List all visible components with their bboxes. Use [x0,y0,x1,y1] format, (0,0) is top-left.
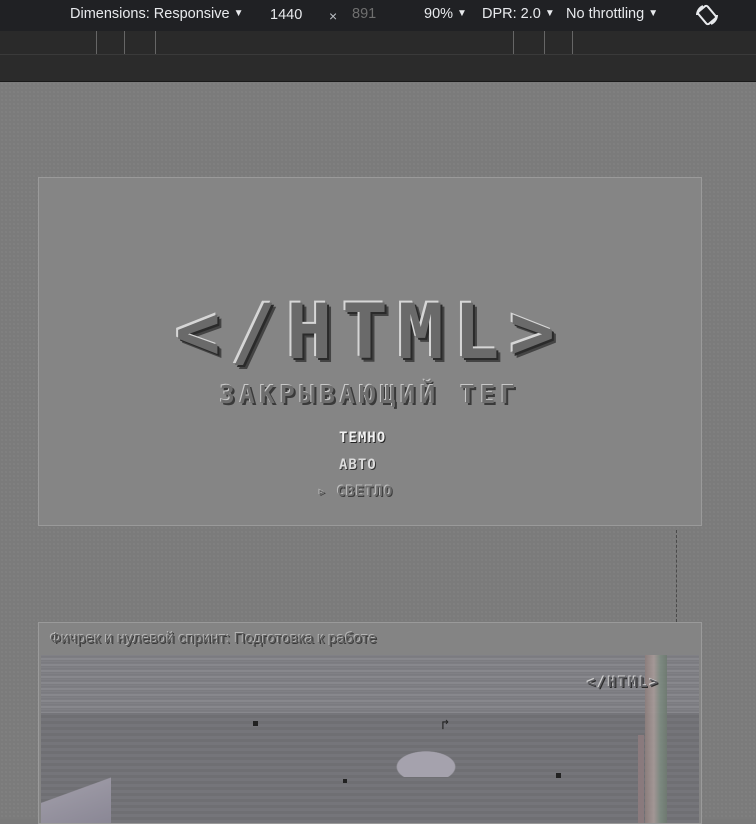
chevron-down-icon: ▼ [544,8,555,19]
page-viewport: </HTML> ЗАКРЫВАЮЩИЙ ТЕГ ТЕМНО АВТО ▹ СВЕ… [0,82,756,824]
ruler-tick [96,31,97,54]
zoom-label: 90% [424,6,454,22]
throttling-label: No throttling [566,6,645,22]
star-pixel [343,779,347,783]
zoom-dropdown[interactable]: 90% ▼ [424,6,467,22]
device-toolbar: Dimensions: Responsive ▼ 1440 × 891 90% ▼ … [0,0,756,31]
flag-icon: ↱ [441,717,450,733]
thumbnail-logo: </HTML> [587,675,661,691]
article-thumbnail[interactable]: ↱ </HTML> [41,655,699,823]
throttling-dropdown[interactable]: No throttling ▼ [566,6,658,22]
media-query-bar[interactable] [0,31,756,55]
height-input[interactable]: 891 [352,6,376,22]
dpr-label: DPR: 2.0 [482,6,541,22]
dotted-divider [676,530,677,622]
thumbnail-pillar [638,735,644,823]
dpr-dropdown[interactable]: DPR: 2.0 ▼ [482,6,555,22]
chevron-down-icon: ▼ [233,8,244,19]
width-input[interactable]: 1440 [262,4,328,26]
thumbnail-ship [381,743,471,777]
theme-option-dark[interactable]: ТЕМНО [339,430,386,446]
site-subtitle: ЗАКРЫВАЮЩИЙ ТЕГ [219,380,521,409]
ruler-tick [155,31,156,54]
article-title[interactable]: Фичрек и нулевой спринт: Подготовка к ра… [50,630,377,647]
dimensions-dropdown[interactable]: Dimensions: Responsive ▼ [70,6,243,22]
theme-option-light[interactable]: ▹ СВЕТЛО [318,484,393,500]
ruler-tick [572,31,573,54]
ruler-tick [124,31,125,54]
theme-option-auto[interactable]: АВТО [339,457,377,473]
article-card[interactable]: Фичрек и нулевой спринт: Подготовка к ра… [38,622,702,824]
ruler-tick [544,31,545,54]
star-pixel [253,721,258,726]
thumbnail-hill [41,765,111,823]
chevron-down-icon: ▼ [457,8,467,19]
site-logo[interactable]: </HTML> [39,288,701,376]
times-icon: × [329,8,338,24]
star-pixel [556,773,561,778]
dimensions-label: Dimensions: Responsive [70,6,230,22]
rotate-icon[interactable] [694,2,720,28]
chevron-down-icon: ▼ [648,8,659,19]
ruler-tick [513,31,514,54]
ruler-bar [0,55,756,82]
site-header-card: </HTML> ЗАКРЫВАЮЩИЙ ТЕГ ТЕМНО АВТО ▹ СВЕ… [38,177,702,526]
